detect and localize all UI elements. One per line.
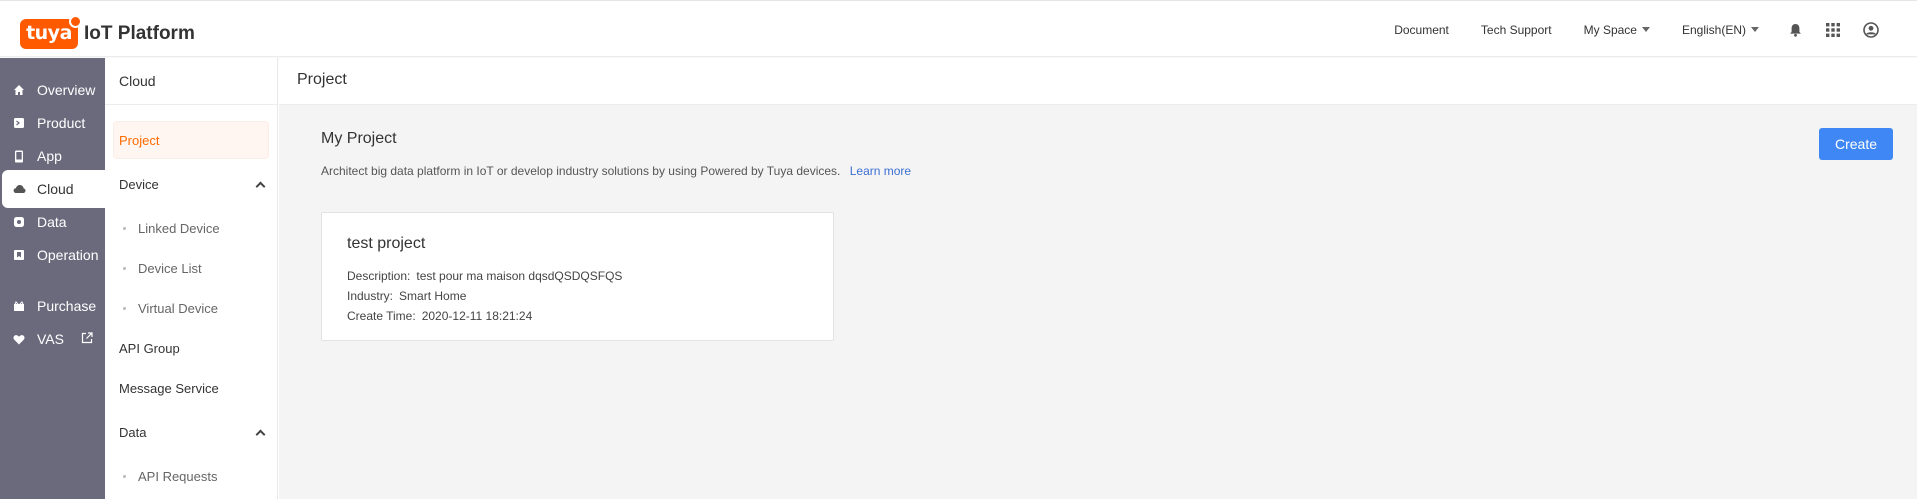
phone-icon: [12, 149, 26, 163]
rail-item-vas[interactable]: VAS: [0, 320, 105, 358]
create-button[interactable]: Create: [1819, 128, 1893, 160]
nav-document[interactable]: Document: [1394, 23, 1449, 37]
top-header: tuya IoT Platform Document Tech Support …: [0, 0, 1917, 57]
data-icon: [12, 215, 26, 229]
project-create-time-row: Create Time: 2020-12-11 18:21:24: [347, 309, 532, 323]
rail-item-label: App: [37, 148, 62, 164]
subnav-item-label: Virtual Device: [138, 301, 218, 316]
project-industry-row: Industry: Smart Home: [347, 289, 466, 303]
subnav-item-linked-device[interactable]: Linked Device: [123, 221, 220, 236]
purchase-icon: [12, 299, 26, 313]
nav-my-space[interactable]: My Space: [1584, 23, 1650, 37]
secondary-sidebar: Cloud Project Device Linked Device Devic…: [105, 58, 278, 499]
chevron-up-icon: [255, 181, 266, 191]
subnav-group-data[interactable]: Data: [119, 425, 266, 440]
industry-value: Smart Home: [399, 289, 467, 303]
nav-my-space-label: My Space: [1583, 22, 1637, 37]
platform-title: IoT Platform: [84, 23, 195, 44]
chevron-down-icon: [1751, 27, 1759, 32]
external-link-icon: [81, 331, 93, 347]
main-content: Project My Project Architect big data pl…: [279, 58, 1917, 499]
subnav-item-api-requests[interactable]: API Requests: [123, 469, 218, 484]
create-time-value: 2020-12-11 18:21:24: [421, 309, 533, 323]
subnav-item-virtual-device[interactable]: Virtual Device: [123, 301, 218, 316]
top-nav: Document Tech Support My Space English(E…: [1394, 1, 1917, 58]
description-value: test pour ma maison dqsdQSDQSFQS: [416, 269, 623, 283]
subnav-group-label: Data: [119, 425, 147, 440]
create-time-label: Create Time:: [347, 309, 416, 323]
rail-item-label: Purchase: [37, 298, 97, 314]
nav-language[interactable]: English(EN): [1682, 23, 1759, 37]
subnav-item-label: Message Service: [119, 381, 219, 396]
learn-more-link[interactable]: Learn more: [850, 164, 911, 178]
subnav-item-label: API Requests: [138, 469, 218, 484]
page-title: Project: [297, 71, 347, 88]
subnav-title: Cloud: [119, 73, 156, 89]
rail-item-label: Cloud: [37, 181, 74, 197]
tuya-logo: tuya: [20, 15, 82, 49]
rail-item-label: Product: [37, 115, 86, 131]
bell-icon[interactable]: [1787, 22, 1803, 38]
operation-icon: [12, 248, 26, 262]
heart-icon: [12, 332, 26, 346]
bullet-dot: [123, 227, 126, 230]
page-header: Project: [279, 58, 1917, 105]
subnav-item-device-list[interactable]: Device List: [123, 261, 202, 276]
user-account-icon[interactable]: [1863, 21, 1879, 38]
brand[interactable]: tuya IoT Platform: [20, 15, 195, 49]
subnav-item-project[interactable]: Project: [113, 121, 269, 159]
rail-item-label: Overview: [37, 82, 96, 98]
subnav-item-label: Device List: [138, 261, 202, 276]
section-description: Architect big data platform in IoT or de…: [321, 164, 911, 178]
rail-item-label: Operation: [37, 247, 99, 263]
nav-tech-support[interactable]: Tech Support: [1481, 23, 1552, 37]
bullet-dot: [123, 475, 126, 478]
chevron-up-icon: [255, 429, 266, 439]
project-description-row: Description: test pour ma maison dqsdQSDQ…: [347, 269, 622, 283]
description-label: Description:: [347, 269, 411, 283]
home-icon: [12, 83, 26, 97]
section-title: My Project: [321, 130, 397, 147]
rail-item-operation[interactable]: Operation: [0, 236, 105, 274]
nav-language-label: English(EN): [1681, 22, 1746, 37]
project-name[interactable]: test project: [347, 235, 425, 253]
subnav-group-label: Device: [119, 177, 159, 192]
rail-item-label: VAS: [37, 331, 64, 347]
primary-sidebar: Overview Product App Cloud Data Operatio…: [0, 58, 105, 499]
apps-grid-icon[interactable]: [1825, 22, 1841, 38]
divider: [105, 104, 277, 105]
bullet-dot: [123, 307, 126, 310]
chevron-down-icon: [1641, 27, 1650, 32]
industry-label: Industry:: [347, 289, 394, 303]
subnav-item-label: Linked Device: [138, 221, 220, 236]
subnav-item-api-group[interactable]: API Group: [119, 341, 264, 356]
project-card[interactable]: test project Description: test pour ma ma…: [321, 212, 834, 341]
cloud-icon: [12, 182, 26, 196]
rail-item-label: Data: [37, 214, 67, 230]
description-text: Architect big data platform in IoT or de…: [321, 164, 841, 178]
subnav-item-message-service[interactable]: Message Service: [119, 381, 264, 396]
subnav-item-label: API Group: [119, 341, 180, 356]
product-icon: [12, 116, 26, 130]
subnav-group-device[interactable]: Device: [119, 177, 266, 192]
bullet-dot: [123, 267, 126, 270]
